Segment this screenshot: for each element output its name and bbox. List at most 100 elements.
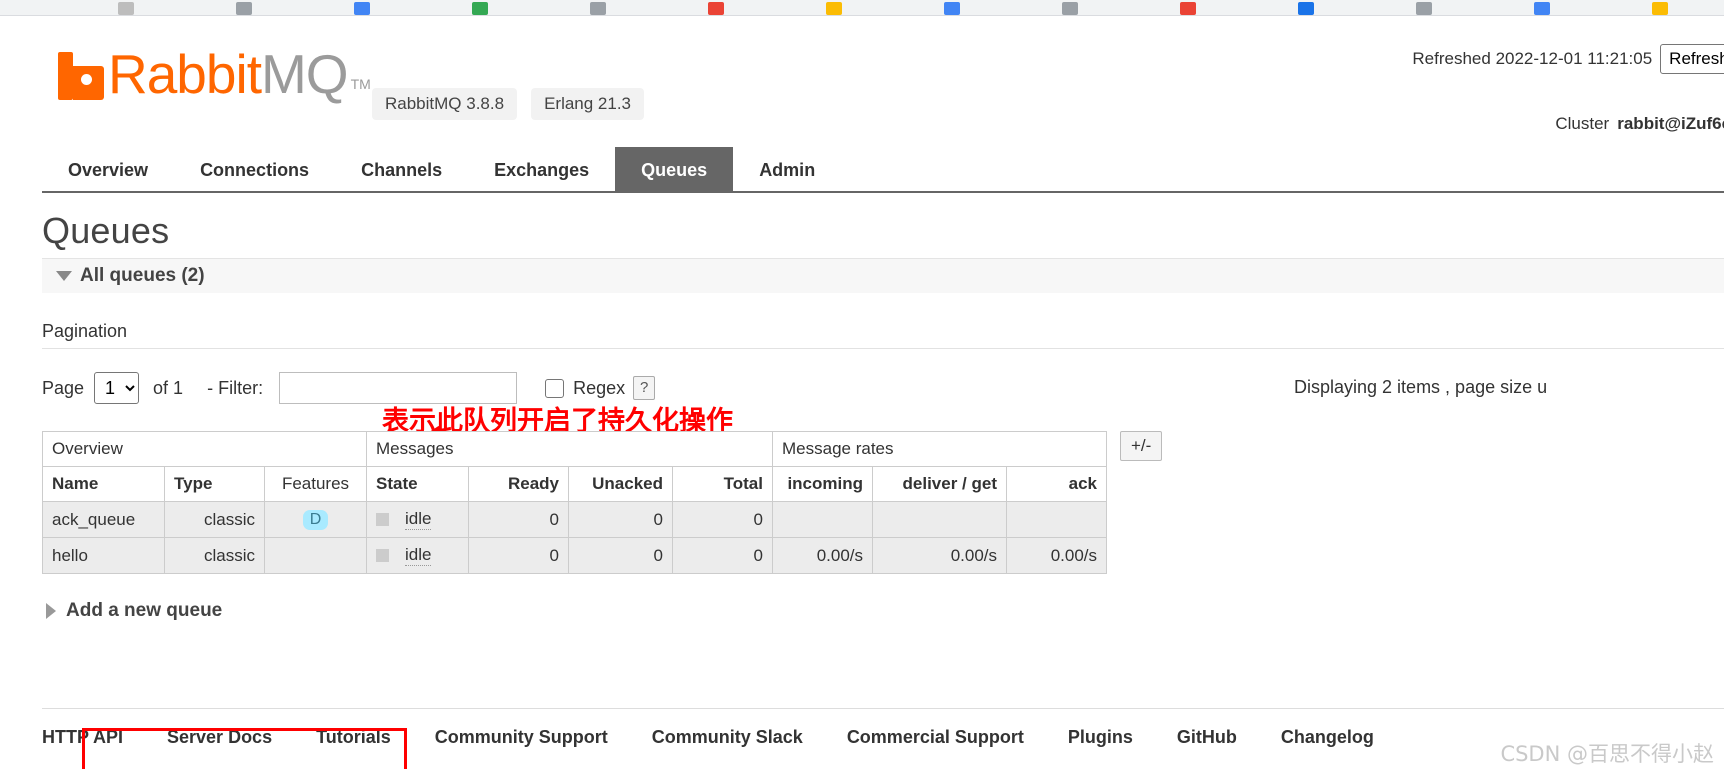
- nav-item-queues[interactable]: Queues: [615, 147, 734, 191]
- bookmark-favicon[interactable]: [1180, 2, 1196, 15]
- bookmark-favicon[interactable]: [118, 2, 134, 15]
- cell-name[interactable]: ack_queue: [42, 501, 165, 538]
- column-header-name[interactable]: Name: [42, 466, 165, 502]
- main-navigation: Overview Connections Channels Exchanges Queu…: [42, 147, 1724, 193]
- nav-item-channels[interactable]: Channels: [335, 147, 468, 191]
- cell-state: idle: [366, 501, 469, 538]
- logo-wordmark: RabbitMQ: [108, 47, 349, 102]
- add-new-queue-label: Add a new queue: [66, 600, 223, 621]
- all-queues-label: All queues (2): [80, 265, 205, 286]
- column-header-type[interactable]: Type: [164, 466, 265, 502]
- footer-link-commercial-support[interactable]: Commercial Support: [847, 727, 1024, 748]
- cell-ready: 0: [468, 537, 569, 574]
- queues-table: Overview Messages Message rates Name Type Fea…: [42, 431, 1107, 574]
- column-header-incoming[interactable]: incoming: [772, 466, 873, 502]
- table-column-header-row: Name Type Features State Ready Unacked Total in…: [42, 466, 1107, 502]
- page-title: Queues: [42, 210, 170, 251]
- cell-unacked: 0: [568, 537, 673, 574]
- rabbitmq-logo[interactable]: RabbitMQ TM: [58, 46, 371, 102]
- durable-feature-badge: D: [302, 510, 329, 530]
- footer-link-community-support[interactable]: Community Support: [435, 727, 608, 748]
- bookmark-favicon[interactable]: [1534, 2, 1550, 15]
- bookmark-favicon[interactable]: [708, 2, 724, 15]
- bookmark-favicon[interactable]: [1298, 2, 1314, 15]
- chevron-right-icon: [46, 603, 56, 619]
- regex-label: Regex: [573, 377, 626, 398]
- cell-deliver_get: [872, 501, 1007, 538]
- column-header-features[interactable]: Features: [264, 466, 367, 502]
- cluster-value: rabbit@iZuf6cnjz7d2: [1617, 114, 1724, 133]
- column-header-deliver_get[interactable]: deliver / get: [872, 466, 1007, 502]
- state-indicator: idle: [376, 545, 459, 566]
- bookmark-favicon[interactable]: [826, 2, 842, 15]
- pagination-divider: [42, 348, 1724, 349]
- toggle-columns-button[interactable]: +/-: [1120, 431, 1163, 461]
- nav-item-overview[interactable]: Overview: [42, 147, 174, 191]
- nav-item-exchanges[interactable]: Exchanges: [468, 147, 615, 191]
- all-queues-section-header[interactable]: All queues (2): [42, 258, 1724, 293]
- bookmark-favicon[interactable]: [472, 2, 488, 15]
- bookmark-favicon[interactable]: [236, 2, 252, 15]
- regex-help-icon[interactable]: ?: [633, 376, 656, 400]
- pagination-controls: Page 1 of 1 - Filter: Regex ? Displaying…: [42, 367, 1724, 409]
- filter-label: - Filter:: [207, 377, 264, 398]
- footer-link-plugins[interactable]: Plugins: [1068, 727, 1133, 748]
- state-text: idle: [405, 545, 432, 566]
- footer-link-changelog[interactable]: Changelog: [1281, 727, 1374, 748]
- regex-checkbox[interactable]: [545, 378, 565, 398]
- nav-item-connections[interactable]: Connections: [174, 147, 335, 191]
- table-group-header-row: Overview Messages Message rates: [42, 431, 1107, 467]
- cell-incoming: 0.00/s: [772, 537, 873, 574]
- regex-toggle[interactable]: Regex: [545, 378, 625, 399]
- main-content: Queues All queues (2) Pagination Page 1 …: [0, 194, 1724, 769]
- cluster-label: Cluster: [1555, 114, 1610, 133]
- cell-state: idle: [366, 537, 469, 574]
- column-header-ack[interactable]: ack: [1006, 466, 1107, 502]
- refresh-interval-select[interactable]: Refresh every: [1660, 44, 1724, 74]
- refreshed-timestamp: Refreshed 2022-12-01 11:21:05: [1412, 49, 1653, 68]
- column-header-ready[interactable]: Ready: [468, 466, 569, 502]
- column-group-messages: Messages: [366, 431, 773, 467]
- cell-name[interactable]: hello: [42, 537, 165, 574]
- cell-deliver_get: 0.00/s: [872, 537, 1007, 574]
- column-group-overview: Overview: [42, 431, 367, 467]
- queues-table-wrapper: Overview Messages Message rates Name Type Fea…: [42, 431, 1724, 769]
- column-header-unacked[interactable]: Unacked: [568, 466, 673, 502]
- page-of-label: of 1: [153, 377, 184, 398]
- footer-link-http-api[interactable]: HTTP API: [42, 727, 123, 748]
- cell-features: [264, 537, 367, 574]
- cell-unacked: 0: [568, 501, 673, 538]
- cell-total: 0: [672, 537, 773, 574]
- footer-links: HTTP API Server Docs Tutorials Community Su…: [42, 708, 1724, 748]
- nav-item-admin[interactable]: Admin: [733, 147, 841, 191]
- bookmark-favicon[interactable]: [944, 2, 960, 15]
- csdn-watermark: CSDN @百思不得小赵: [1500, 742, 1714, 766]
- rabbitmq-version-badge: RabbitMQ 3.8.8: [372, 88, 518, 120]
- bookmark-favicon[interactable]: [1652, 2, 1668, 15]
- state-color-square: [376, 513, 389, 526]
- footer-link-github[interactable]: GitHub: [1177, 727, 1237, 748]
- cell-incoming: [772, 501, 873, 538]
- footer-link-community-slack[interactable]: Community Slack: [652, 727, 803, 748]
- footer-link-server-docs[interactable]: Server Docs: [167, 727, 272, 748]
- table-row[interactable]: ack_queue classic Didle 0 0 0: [42, 501, 1107, 538]
- erlang-version-badge: Erlang 21.3: [531, 88, 645, 120]
- cell-type: classic: [164, 501, 265, 538]
- bookmark-favicon[interactable]: [1062, 2, 1078, 15]
- cell-ready: 0: [468, 501, 569, 538]
- refresh-row: Refreshed 2022-12-01 11:21:05 Refresh ev…: [1144, 44, 1724, 74]
- cluster-row: Cluster rabbit@iZuf6cnjz7d2: [1144, 114, 1724, 134]
- bookmark-favicon[interactable]: [1416, 2, 1432, 15]
- column-header-total[interactable]: Total: [672, 466, 773, 502]
- column-header-state[interactable]: State: [366, 466, 469, 502]
- bookmark-favicon[interactable]: [354, 2, 370, 15]
- add-new-queue-section[interactable]: Add a new queue: [46, 600, 1724, 622]
- cell-features: D: [264, 501, 367, 538]
- page-number-select[interactable]: 1: [94, 372, 140, 404]
- footer-link-tutorials[interactable]: Tutorials: [316, 727, 391, 748]
- bookmark-favicon[interactable]: [590, 2, 606, 15]
- cell-total: 0: [672, 501, 773, 538]
- table-row[interactable]: hello classic idle 0 0 0 0.00/s 0.00/s 0.00/s: [42, 537, 1107, 574]
- column-group-message-rates: Message rates: [772, 431, 1107, 467]
- logo-mq-text: MQ: [260, 43, 349, 105]
